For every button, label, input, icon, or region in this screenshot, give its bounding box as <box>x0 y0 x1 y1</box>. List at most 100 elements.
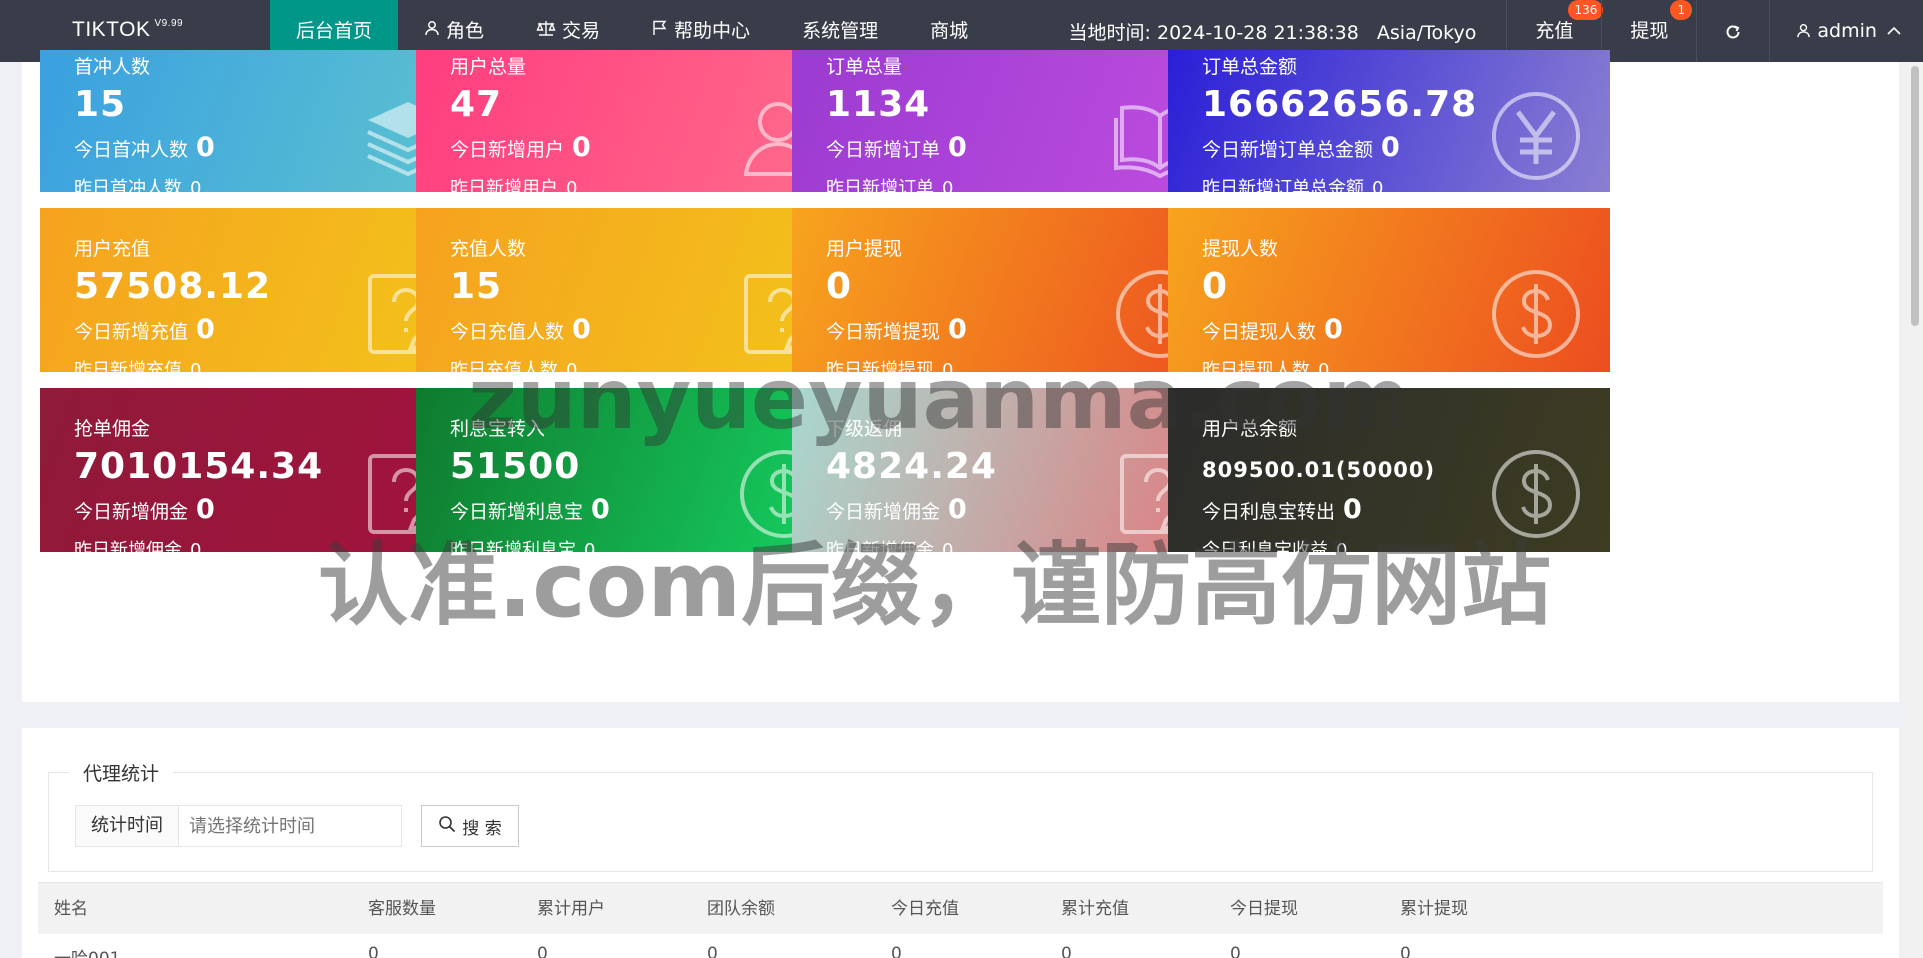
stat-card-value: 0 <box>1202 266 1229 307</box>
stat-today-value: 0 <box>572 132 591 163</box>
stat-today-label: 今日新增订单总金额 <box>1202 139 1374 161</box>
stat-card-today: 今日首冲人数 0 <box>74 132 215 163</box>
stat-card-today: 今日新增充值 0 <box>74 314 215 345</box>
stat-card-value: 0 <box>826 266 853 307</box>
stat-card-title: 订单总量 <box>826 56 903 78</box>
stats-panel: 首冲人数 15 今日首冲人数 0 昨日首冲人数 0 用户总量 47 今日新增用户 0 昨日新增用户 0… <box>22 50 1899 702</box>
stat-card-title: 充值人数 <box>450 238 527 260</box>
table-row[interactable]: 一哈001 0 0 0 0 0 0 0 <box>38 934 1883 958</box>
stat-card: 用户总余额 809500.01(50000) 今日利息宝转出 0 今日利息宝收益 0 <box>1168 388 1610 552</box>
stat-card-today: 今日新增佣金 0 <box>74 494 215 525</box>
agent-stats-panel: 代理统计 统计时间 搜 索 姓名 客服数量 累计用户 团队余额 今日充值 累计充值 今日提现… <box>22 728 1899 958</box>
column-header: 团队余额 <box>707 899 775 919</box>
column-header: 累计提现 <box>1400 899 1468 919</box>
table-cell: 0 <box>707 944 718 958</box>
column-header: 累计用户 <box>537 899 605 919</box>
stat-card-value: 1134 <box>826 84 931 125</box>
stat-today-label: 今日首冲人数 <box>74 139 189 161</box>
stat-card-value: 57508.12 <box>74 266 272 307</box>
stat-card-title: 下级返佣 <box>826 418 903 440</box>
refresh-button[interactable] <box>1696 0 1769 62</box>
table-cell: 0 <box>1400 944 1411 958</box>
stat-card-today: 今日新增订单总金额 0 <box>1202 132 1400 163</box>
stat-today-label: 今日新增订单 <box>826 139 941 161</box>
table-cell: 一哈001 <box>54 944 120 958</box>
stat-card-yesterday: 昨日充值人数 0 <box>450 356 577 372</box>
search-button[interactable]: 搜 索 <box>421 805 519 847</box>
stat-card-value: 15 <box>74 84 127 125</box>
stat-yesterday-value: 0 <box>190 360 202 372</box>
stat-today-label: 今日新增佣金 <box>826 501 941 523</box>
user-icon <box>1796 20 1817 42</box>
stat-card-title: 抢单佣金 <box>74 418 151 440</box>
local-time: 当地时间: 2024-10-28 21:38:38 Asia/Tokyo <box>1069 18 1477 45</box>
column-header: 今日充值 <box>891 899 959 919</box>
stat-card-today: 今日新增订单 0 <box>826 132 967 163</box>
column-header: 累计充值 <box>1061 899 1129 919</box>
stat-today-value: 0 <box>196 494 215 525</box>
stat-card-today: 今日提现人数 0 <box>1202 314 1343 345</box>
table-cell: 0 <box>1061 944 1072 958</box>
stat-today-value: 0 <box>1324 314 1343 345</box>
stat-today-value: 0 <box>196 314 215 345</box>
stat-card-today: 今日新增佣金 0 <box>826 494 967 525</box>
stat-yesterday-label: 昨日充值人数 <box>450 360 558 372</box>
stat-yesterday-value: 0 <box>190 540 202 552</box>
stat-yesterday-label: 昨日提现人数 <box>1202 360 1310 372</box>
stat-today-value: 0 <box>196 132 215 163</box>
stat-card-value: 7010154.34 <box>74 446 324 487</box>
stat-yesterday-label: 昨日新增提现 <box>826 360 934 372</box>
dollar-icon <box>1488 446 1584 542</box>
stat-card-title: 用户充值 <box>74 238 151 260</box>
stat-card-title: 用户总余额 <box>1202 418 1298 440</box>
stat-today-label: 今日利息宝转出 <box>1202 501 1336 523</box>
stat-card: 订单总金额 16662656.78 今日新增订单总金额 0 昨日新增订单总金额 0 <box>1168 50 1610 192</box>
clock-label: 当地时间: <box>1068 21 1151 44</box>
stat-card-today: 今日充值人数 0 <box>450 314 591 345</box>
stat-card-today: 今日新增利息宝 0 <box>450 494 610 525</box>
agent-filter-fieldset: 代理统计 统计时间 搜 索 <box>48 759 1873 872</box>
stat-today-value: 0 <box>948 494 967 525</box>
stat-card-yesterday: 昨日新增提现 0 <box>826 356 953 372</box>
column-header: 客服数量 <box>368 899 436 919</box>
stat-card-value: 4824.24 <box>826 446 997 487</box>
user-name: admin <box>1817 20 1877 42</box>
table-cell: 0 <box>1230 944 1241 958</box>
page-scrollbar[interactable] <box>1907 62 1923 958</box>
stat-yesterday-label: 昨日新增利息宝 <box>450 540 576 552</box>
dollar-icon <box>1488 266 1584 362</box>
withdraw-label: 提现 <box>1630 20 1669 42</box>
stat-card-title: 提现人数 <box>1202 238 1279 260</box>
table-cell: 0 <box>891 944 902 958</box>
stat-card-yesterday: 昨日新增充值 0 <box>74 356 201 372</box>
stat-card-yesterday: 昨日新增用户 0 <box>450 174 577 192</box>
stat-today-value: 0 <box>1381 132 1400 163</box>
stat-yesterday-value: 0 <box>1318 360 1330 372</box>
table-cell: 0 <box>368 944 379 958</box>
stat-yesterday-label: 昨日新增充值 <box>74 360 182 372</box>
stat-card-title: 用户提现 <box>826 238 903 260</box>
stat-card-value: 15 <box>450 266 503 307</box>
time-label: 统计时间 <box>75 805 179 847</box>
scrollbar-thumb[interactable] <box>1911 66 1919 326</box>
stat-today-label: 今日新增提现 <box>826 321 941 343</box>
column-header: 今日提现 <box>1230 899 1298 919</box>
stat-card-yesterday: 昨日新增佣金 0 <box>74 536 201 552</box>
stat-yesterday-value: 0 <box>566 178 578 192</box>
stat-card-title: 利息宝转入 <box>450 418 546 440</box>
recharge-badge: 136 <box>1568 0 1604 20</box>
stat-card-value: 51500 <box>450 446 581 487</box>
time-input[interactable] <box>178 805 402 847</box>
stat-yesterday-value: 0 <box>584 540 596 552</box>
brand-name: TIKTOK <box>72 18 151 41</box>
user-menu[interactable]: admin <box>1769 0 1923 62</box>
clock-time: 2024-10-28 21:38:38 <box>1156 21 1359 44</box>
stat-today-value: 0 <box>591 494 610 525</box>
stat-today-value: 0 <box>1343 494 1362 525</box>
stat-card-title: 首冲人数 <box>74 56 151 78</box>
stat-today-label: 今日新增佣金 <box>74 501 189 523</box>
stat-today-label: 今日新增用户 <box>450 139 565 161</box>
withdraw-button[interactable]: 提现 1 <box>1601 0 1696 62</box>
stat-today-label: 今日提现人数 <box>1202 321 1317 343</box>
stat-yesterday-value: 0 <box>942 540 954 552</box>
